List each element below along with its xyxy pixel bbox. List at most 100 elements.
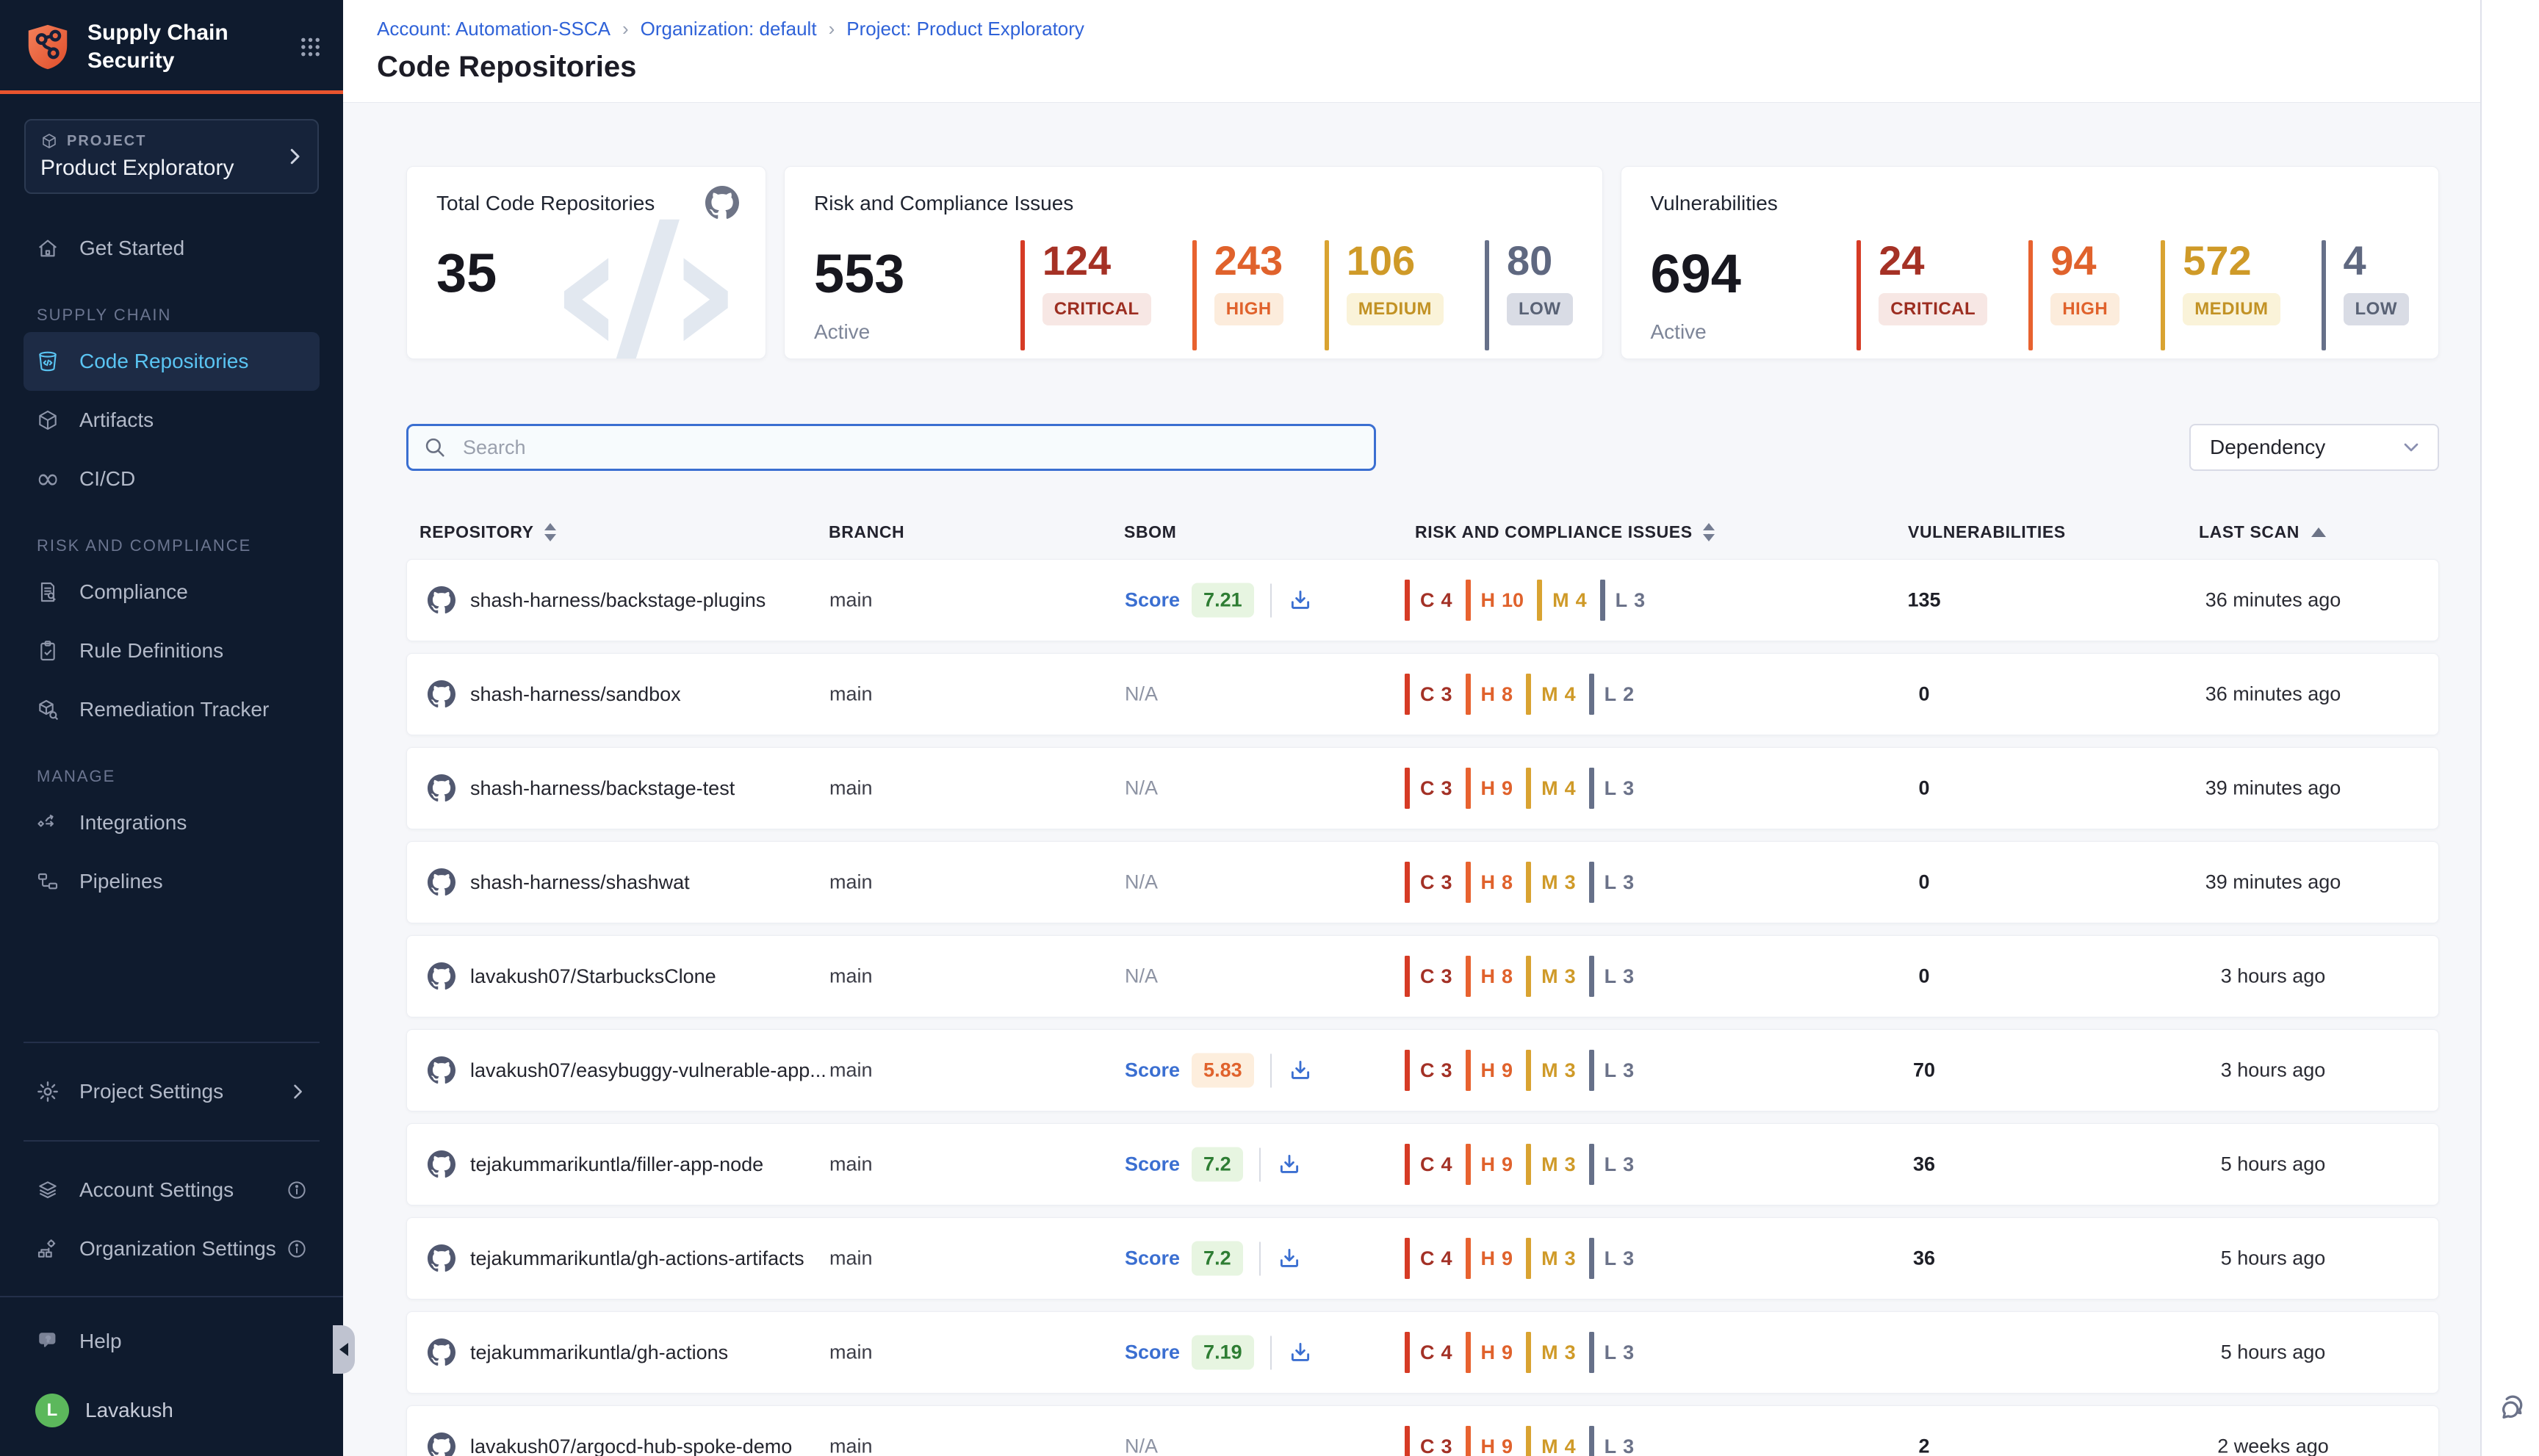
- github-icon: [428, 586, 455, 614]
- sbom-cell: Score 7.2: [1125, 1147, 1302, 1182]
- divider: [1259, 1147, 1261, 1181]
- sidebar-item-project-settings[interactable]: Project Settings: [24, 1062, 320, 1121]
- severity-low: L3: [1589, 1050, 1635, 1091]
- project-selector-label: PROJECT: [40, 132, 303, 150]
- severity-low: L3: [1589, 1238, 1635, 1279]
- download-sbom-button[interactable]: [1288, 588, 1313, 613]
- severity-badge: MEDIUM: [1347, 293, 1444, 325]
- sidebar-collapse-handle[interactable]: [333, 1325, 355, 1374]
- sidebar-item-code-repositories[interactable]: Code Repositories: [24, 332, 320, 391]
- clipboard-check-icon: [36, 639, 60, 663]
- page-content: Total Code Repositories 35 ‹/› Risk and …: [343, 103, 2482, 1456]
- table-row[interactable]: tejakummarikuntla/gh-actions main Score …: [406, 1311, 2439, 1394]
- sidebar-item-rule-definitions[interactable]: Rule Definitions: [24, 621, 320, 680]
- user-menu[interactable]: L Lavakush: [24, 1384, 320, 1437]
- info-icon[interactable]: [286, 1179, 308, 1201]
- module-grid-icon[interactable]: [300, 35, 321, 59]
- sidebar-item-integrations[interactable]: Integrations: [24, 793, 320, 852]
- branch-cell: main: [829, 871, 873, 894]
- download-sbom-button[interactable]: [1277, 1152, 1302, 1177]
- table-row[interactable]: lavakush07/easybuggy-vulnerable-app... m…: [406, 1029, 2439, 1111]
- sidebar-item-compliance[interactable]: Compliance: [24, 563, 320, 621]
- sbom-score-label: Score: [1125, 1059, 1180, 1082]
- table-row[interactable]: shash-harness/backstage-test main N/A C3…: [406, 747, 2439, 829]
- severity-critical: C3: [1405, 674, 1452, 715]
- sbom-cell: Score 7.2: [1125, 1241, 1302, 1276]
- sidebar-item-cicd[interactable]: ∞ CI/CD: [24, 450, 320, 508]
- download-sbom-button[interactable]: [1288, 1058, 1313, 1083]
- breadcrumb-account-link[interactable]: Account: Automation-SSCA: [377, 18, 611, 40]
- remediation-icon: [36, 698, 60, 721]
- search-icon: [422, 435, 447, 460]
- table-row[interactable]: shash-harness/sandbox main N/A C3 H8 M4 …: [406, 653, 2439, 735]
- severity-tile-medium: 572MEDIUM: [2161, 240, 2280, 350]
- severity-badge: LOW: [2344, 293, 2409, 325]
- vulnerabilities-cell: 135: [1876, 589, 1972, 612]
- table-row[interactable]: lavakush07/argocd-hub-spoke-demo main N/…: [406, 1405, 2439, 1456]
- summary-cards: Total Code Repositories 35 ‹/› Risk and …: [406, 166, 2439, 359]
- home-icon: [36, 237, 60, 260]
- integrations-icon: [36, 811, 60, 835]
- sidebar-item-artifacts[interactable]: Artifacts: [24, 391, 320, 450]
- pipelines-icon: [36, 870, 60, 893]
- table-row[interactable]: shash-harness/shashwat main N/A C3 H8 M3…: [406, 841, 2439, 923]
- severity-high: H9: [1466, 1050, 1513, 1091]
- sidebar-item-get-started[interactable]: Get Started: [24, 219, 320, 278]
- breadcrumb-project-link[interactable]: Project: Product Exploratory: [846, 18, 1084, 40]
- issues-cell: C3 H8 M3 L3: [1405, 956, 1647, 997]
- sidebar-item-account-settings[interactable]: Account Settings: [24, 1161, 320, 1219]
- divider: [1270, 1336, 1272, 1369]
- dependency-filter-select[interactable]: Dependency: [2189, 424, 2439, 471]
- table-row[interactable]: shash-harness/backstage-plugins main Sco…: [406, 559, 2439, 641]
- sbom-cell: N/A: [1125, 871, 1158, 894]
- info-icon[interactable]: [286, 1238, 308, 1260]
- github-icon: [428, 962, 455, 990]
- table-row[interactable]: tejakummarikuntla/gh-actions-artifacts m…: [406, 1217, 2439, 1300]
- branch-cell: main: [829, 1059, 873, 1082]
- sbom-score-label: Score: [1125, 1153, 1180, 1176]
- severity-medium: M4: [1526, 674, 1576, 715]
- last-scan-cell: 39 minutes ago: [2163, 777, 2383, 800]
- code-repository-icon: [36, 350, 60, 373]
- severity-high: H8: [1466, 862, 1513, 903]
- support-chat-icon[interactable]: [2493, 1390, 2527, 1424]
- section-label-manage: MANAGE: [37, 767, 343, 786]
- sidebar-nav: Get Started SUPPLY CHAIN Code Repositori…: [0, 219, 343, 911]
- severity-badge: HIGH: [2050, 293, 2120, 325]
- sbom-score-value: 7.21: [1192, 583, 1254, 618]
- vulnerabilities-cell: 70: [1876, 1059, 1972, 1082]
- column-header-issues[interactable]: RISK AND COMPLIANCE ISSUES: [1415, 522, 1715, 542]
- severity-medium: M3: [1526, 1332, 1576, 1373]
- branch-cell: main: [829, 683, 873, 706]
- download-sbom-button[interactable]: [1277, 1246, 1302, 1271]
- download-sbom-button[interactable]: [1288, 1340, 1313, 1365]
- column-header-last-scan[interactable]: LAST SCAN: [2199, 522, 2326, 542]
- table-row[interactable]: tejakummarikuntla/filler-app-node main S…: [406, 1123, 2439, 1205]
- breadcrumb-org-link[interactable]: Organization: default: [641, 18, 817, 40]
- severity-high: H8: [1466, 674, 1513, 715]
- breadcrumb: Account: Automation-SSCA › Organization:…: [377, 0, 2482, 40]
- table-row[interactable]: lavakush07/StarbucksClone main N/A C3 H8…: [406, 935, 2439, 1017]
- repo-name: shash-harness/shashwat: [470, 871, 690, 894]
- sidebar-item-organization-settings[interactable]: Organization Settings: [24, 1219, 320, 1278]
- chevron-right-icon: [284, 145, 306, 167]
- column-header-repository[interactable]: REPOSITORY: [419, 522, 556, 542]
- sidebar-item-pipelines[interactable]: Pipelines: [24, 852, 320, 911]
- repo-name: lavakush07/argocd-hub-spoke-demo: [470, 1435, 792, 1456]
- sbom-cell: N/A: [1125, 1435, 1158, 1456]
- search-input[interactable]: [406, 424, 1376, 471]
- vulnerabilities-cell: 0: [1876, 683, 1972, 706]
- sbom-score-label: Score: [1125, 589, 1180, 612]
- card-label: Total Code Repositories: [436, 192, 736, 215]
- divider: [1270, 1053, 1272, 1087]
- page-title: Code Repositories: [377, 51, 2482, 84]
- box-icon: [40, 132, 58, 150]
- table-toolbar: Dependency: [406, 424, 2439, 471]
- sidebar-item-help[interactable]: ? Help: [24, 1312, 320, 1371]
- severity-high: H9: [1466, 1238, 1513, 1279]
- project-selector[interactable]: PROJECT Product Exploratory: [24, 119, 319, 194]
- sbom-score-label: Score: [1125, 1341, 1180, 1364]
- severity-high: H9: [1466, 1332, 1513, 1373]
- risk-issues-card: Risk and Compliance Issues 553 Active 12…: [784, 166, 1603, 359]
- sidebar-item-remediation-tracker[interactable]: Remediation Tracker: [24, 680, 320, 739]
